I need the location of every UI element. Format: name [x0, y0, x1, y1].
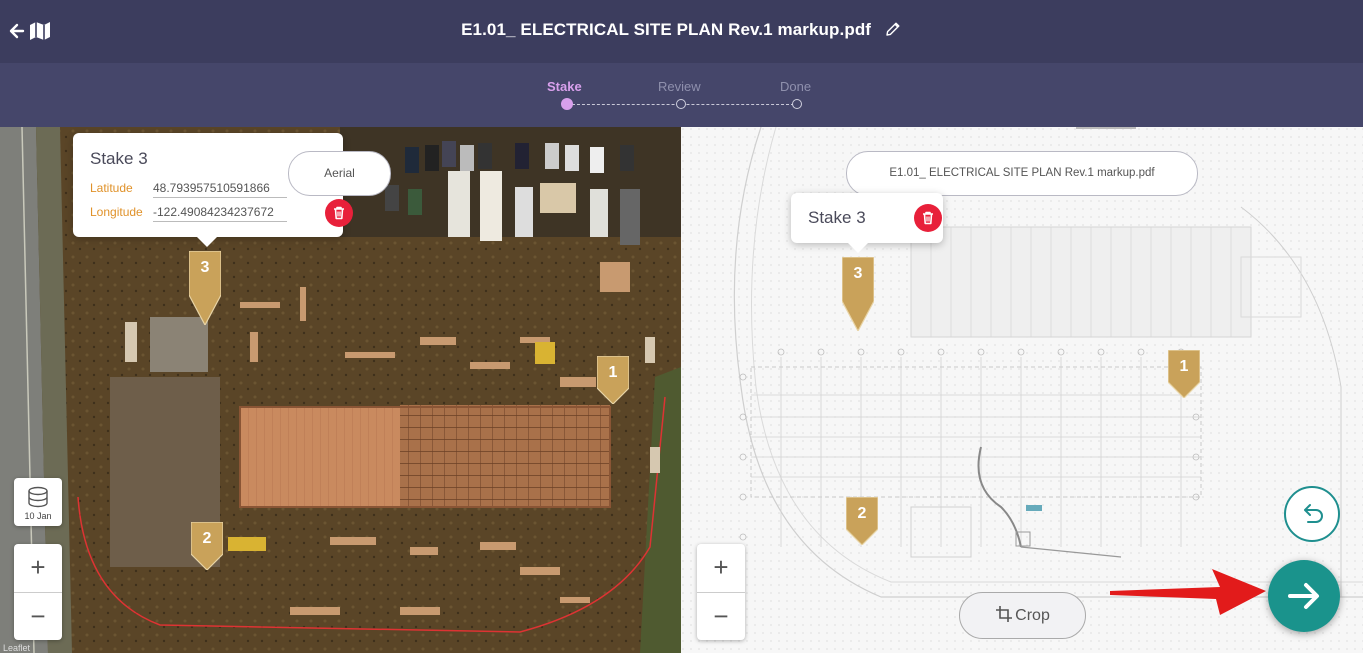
stake-marker-3[interactable]: 3 — [189, 251, 221, 325]
left-zoom-control: + − — [14, 544, 62, 640]
app-root: E1.01_ ELECTRICAL SITE PLAN Rev.1 markup… — [0, 0, 1363, 653]
stake-marker-label: 3 — [853, 265, 863, 282]
stake-marker-label: 3 — [200, 259, 210, 276]
top-bar: E1.01_ ELECTRICAL SITE PLAN Rev.1 markup… — [0, 0, 1363, 63]
step-done-dot — [792, 99, 802, 109]
right-zoom-control: + − — [697, 544, 745, 640]
zoom-out-button[interactable]: − — [697, 592, 745, 640]
step-stake-dot — [561, 98, 573, 110]
undo-button[interactable] — [1284, 486, 1340, 542]
latitude-label: Latitude — [90, 181, 133, 195]
stake-marker-1[interactable]: 1 — [597, 356, 629, 422]
layers-button[interactable]: 10 Jan — [14, 478, 62, 526]
plan-stake-marker-3[interactable]: 3 — [842, 257, 874, 331]
leaflet-attribution[interactable]: Leaflet — [3, 643, 30, 653]
annotation-arrow — [1110, 569, 1266, 615]
latitude-value[interactable]: 48.793957510591866 — [153, 181, 287, 198]
zoom-in-button[interactable]: + — [14, 544, 62, 592]
step-review-label: Review — [658, 79, 701, 94]
crop-icon — [996, 606, 1013, 622]
step-stake-label: Stake — [547, 79, 582, 94]
plan-stake-marker-2[interactable]: 2 — [846, 497, 878, 563]
plan-stake-marker-1[interactable]: 1 — [1168, 350, 1200, 416]
stake-marker-label: 2 — [857, 505, 867, 522]
aerial-layer-toggle[interactable]: Aerial — [288, 151, 391, 196]
layers-icon — [28, 486, 48, 508]
document-title-wrap: E1.01_ ELECTRICAL SITE PLAN Rev.1 markup… — [0, 20, 1363, 40]
crop-label: Crop — [1015, 607, 1050, 624]
document-title: E1.01_ ELECTRICAL SITE PLAN Rev.1 markup… — [461, 20, 872, 39]
stake-marker-label: 1 — [1179, 358, 1189, 375]
step-review-dot — [676, 99, 686, 109]
trash-icon — [334, 206, 344, 220]
longitude-value[interactable]: -122.49084234237672 — [153, 205, 287, 222]
popup-caret — [848, 243, 868, 253]
trash-icon — [923, 211, 933, 225]
plan-delete-stake-button[interactable] — [914, 204, 942, 232]
stake-popup-title: Stake 3 — [90, 149, 148, 168]
zoom-in-button[interactable]: + — [697, 544, 745, 592]
plan-stake-popup-title: Stake 3 — [808, 208, 866, 227]
popup-caret — [197, 237, 217, 247]
layers-date: 10 Jan — [24, 511, 52, 521]
plan-layer-toggle[interactable]: E1.01_ ELECTRICAL SITE PLAN Rev.1 markup… — [846, 151, 1198, 196]
stake-marker-label: 2 — [202, 530, 212, 547]
longitude-label: Longitude — [90, 205, 143, 219]
zoom-out-button[interactable]: − — [14, 592, 62, 640]
step-done-label: Done — [780, 79, 812, 94]
stake-marker-2[interactable]: 2 — [191, 522, 223, 588]
next-step-button[interactable] — [1268, 560, 1340, 632]
aerial-map-pane[interactable]: Stake 3 Latitude 48.793957510591866 Long… — [0, 127, 681, 653]
crop-button[interactable]: Crop — [959, 592, 1086, 639]
undo-icon — [1304, 504, 1323, 523]
stake-marker-label: 1 — [608, 364, 618, 381]
step-progress-bar: Stake Review Done — [0, 63, 1363, 127]
delete-stake-button[interactable] — [325, 199, 353, 227]
pencil-icon[interactable] — [884, 20, 902, 38]
arrow-right-icon — [1288, 583, 1319, 609]
